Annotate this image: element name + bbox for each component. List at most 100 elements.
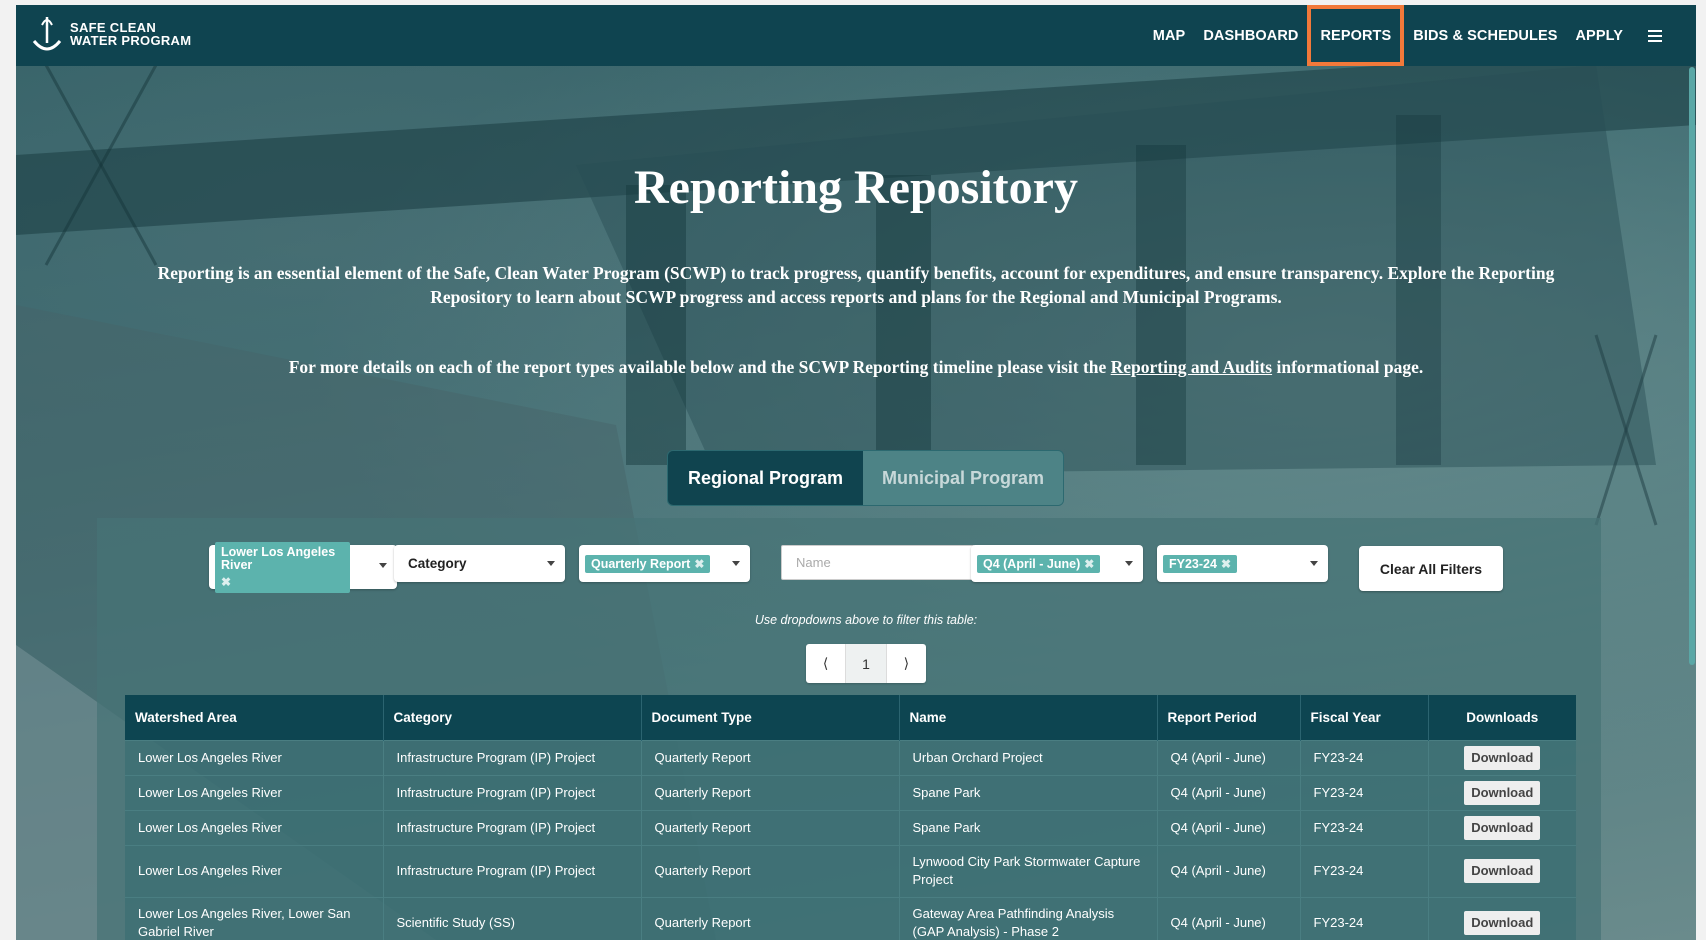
cell-doc-type: Quarterly Report <box>641 774 900 810</box>
top-navbar: SAFE CLEAN WATER PROGRAM MAP DASHBOARD R… <box>16 5 1696 66</box>
cell-period: Q4 (April - June) <box>1157 809 1301 845</box>
header-document-type[interactable]: Document Type <box>641 695 900 740</box>
chevron-down-icon <box>1125 561 1133 566</box>
filter-hint: Use dropdowns above to filter this table… <box>754 613 978 627</box>
nav-reports[interactable]: REPORTS <box>1307 5 1405 66</box>
cell-doc-type: Quarterly Report <box>641 896 900 940</box>
details-paragraph: For more details on each of the report t… <box>131 355 1581 379</box>
cell-doc-type: Quarterly Report <box>641 809 900 845</box>
menu-icon[interactable] <box>1648 29 1662 42</box>
cell-period: Q4 (April - June) <box>1157 739 1301 775</box>
cell-name: Lynwood City Park Stormwater Capture Pro… <box>899 844 1158 897</box>
remove-fiscal-icon[interactable]: ✖ <box>1221 557 1231 571</box>
cell-download: Download <box>1428 739 1576 775</box>
main-nav: MAP DASHBOARD REPORTS BIDS & SCHEDULES A… <box>1144 5 1662 66</box>
cell-fiscal: FY23-24 <box>1300 844 1429 897</box>
table-row: Lower Los Angeles River Infrastructure P… <box>125 774 1576 810</box>
reporting-audits-link[interactable]: Reporting and Audits <box>1111 357 1272 377</box>
category-label: Category <box>408 556 467 571</box>
browser-viewport: SAFE CLEAN WATER PROGRAM MAP DASHBOARD R… <box>16 5 1696 940</box>
cell-watershed: Lower Los Angeles River <box>125 774 384 810</box>
watershed-filter[interactable]: Lower Los Angeles River ✖ <box>209 541 397 593</box>
next-page-button[interactable]: ⟩ <box>887 644 926 683</box>
download-button[interactable]: Download <box>1464 859 1541 883</box>
cell-period: Q4 (April - June) <box>1157 896 1301 940</box>
nav-map[interactable]: MAP <box>1144 5 1195 66</box>
cell-category: Infrastructure Program (IP) Project <box>383 844 642 897</box>
nav-dashboard[interactable]: DASHBOARD <box>1194 5 1307 66</box>
fiscal-chip: FY23-24 ✖ <box>1163 554 1238 573</box>
logo-text: SAFE CLEAN WATER PROGRAM <box>70 20 192 48</box>
header-fiscal-year[interactable]: Fiscal Year <box>1300 695 1429 740</box>
cell-doc-type: Quarterly Report <box>641 844 900 897</box>
table-header-row: Watershed Area Category Document Type Na… <box>125 695 1576 740</box>
cell-period: Q4 (April - June) <box>1157 844 1301 897</box>
details-suffix: informational page. <box>1276 357 1424 377</box>
category-filter[interactable]: Category <box>394 545 565 582</box>
cell-fiscal: FY23-24 <box>1300 739 1429 775</box>
cell-category: Infrastructure Program (IP) Project <box>383 809 642 845</box>
cell-category: Infrastructure Program (IP) Project <box>383 739 642 775</box>
site-logo[interactable]: SAFE CLEAN WATER PROGRAM <box>30 13 200 55</box>
cell-download: Download <box>1428 844 1576 897</box>
remove-period-icon[interactable]: ✖ <box>1084 557 1094 571</box>
cell-category: Scientific Study (SS) <box>383 896 642 940</box>
cell-watershed: Lower Los Angeles River <box>125 844 384 897</box>
download-button[interactable]: Download <box>1464 911 1541 936</box>
download-button[interactable]: Download <box>1464 780 1541 805</box>
scrollbar[interactable] <box>1689 67 1695 665</box>
umbrella-drop-icon <box>32 17 62 51</box>
page-number-1[interactable]: 1 <box>845 644 887 683</box>
download-button[interactable]: Download <box>1464 745 1541 770</box>
clear-all-filters-button[interactable]: Clear All Filters <box>1359 546 1503 591</box>
name-search-input[interactable] <box>781 545 975 580</box>
remove-doc-type-icon[interactable]: ✖ <box>694 557 704 571</box>
cell-name: Spane Park <box>899 809 1158 845</box>
header-report-period[interactable]: Report Period <box>1157 695 1301 740</box>
chevron-down-icon <box>732 561 740 566</box>
doc-type-chip-label: Quarterly Report <box>591 556 691 571</box>
program-tabs: Regional Program Municipal Program <box>667 450 1064 506</box>
report-period-filter[interactable]: Q4 (April - June) ✖ <box>971 545 1143 582</box>
period-chip: Q4 (April - June) ✖ <box>977 554 1101 573</box>
remove-watershed-icon[interactable]: ✖ <box>221 575 231 589</box>
cell-fiscal: FY23-24 <box>1300 809 1429 845</box>
prev-page-button[interactable]: ⟨ <box>806 644 845 683</box>
tab-regional-program[interactable]: Regional Program <box>668 451 863 505</box>
chevron-down-icon <box>379 563 387 568</box>
header-name[interactable]: Name <box>899 695 1158 740</box>
cell-name: Spane Park <box>899 774 1158 810</box>
table-row: Lower Los Angeles River Infrastructure P… <box>125 844 1576 897</box>
table-row: Lower Los Angeles River Infrastructure P… <box>125 809 1576 845</box>
cell-watershed: Lower Los Angeles River <box>125 739 384 775</box>
download-button[interactable]: Download <box>1464 815 1541 840</box>
period-chip-label: Q4 (April - June) <box>983 556 1081 571</box>
reports-table: Watershed Area Category Document Type Na… <box>125 695 1576 940</box>
chevron-down-icon <box>1310 561 1318 566</box>
page-title: Reporting Repository <box>634 161 1078 214</box>
details-prefix: For more details on each of the report t… <box>288 357 1107 377</box>
document-type-filter[interactable]: Quarterly Report ✖ <box>579 545 750 582</box>
header-watershed-area[interactable]: Watershed Area <box>125 695 384 740</box>
intro-paragraph: Reporting is an essential element of the… <box>157 263 1555 307</box>
cell-name: Gateway Area Pathfinding Analysis (GAP A… <box>899 896 1158 940</box>
tab-municipal-program[interactable]: Municipal Program <box>863 451 1063 505</box>
fiscal-chip-label: FY23-24 <box>1169 556 1217 571</box>
cell-watershed: Lower Los Angeles River <box>125 809 384 845</box>
cell-download: Download <box>1428 774 1576 810</box>
cell-fiscal: FY23-24 <box>1300 896 1429 940</box>
chevron-down-icon <box>547 561 555 566</box>
nav-apply[interactable]: APPLY <box>1566 5 1632 66</box>
doc-type-chip: Quarterly Report ✖ <box>585 554 711 573</box>
fiscal-year-filter[interactable]: FY23-24 ✖ <box>1157 545 1328 582</box>
cell-watershed: Lower Los Angeles River, Lower San Gabri… <box>125 896 384 940</box>
watershed-chip: Lower Los Angeles River ✖ <box>215 541 350 593</box>
nav-bids-schedules[interactable]: BIDS & SCHEDULES <box>1404 5 1566 66</box>
cell-download: Download <box>1428 809 1576 845</box>
header-category[interactable]: Category <box>383 695 642 740</box>
pagination: ⟨ 1 ⟩ <box>806 644 926 683</box>
cell-download: Download <box>1428 896 1576 940</box>
cell-doc-type: Quarterly Report <box>641 739 900 775</box>
header-downloads: Downloads <box>1428 695 1576 740</box>
cell-category: Infrastructure Program (IP) Project <box>383 774 642 810</box>
